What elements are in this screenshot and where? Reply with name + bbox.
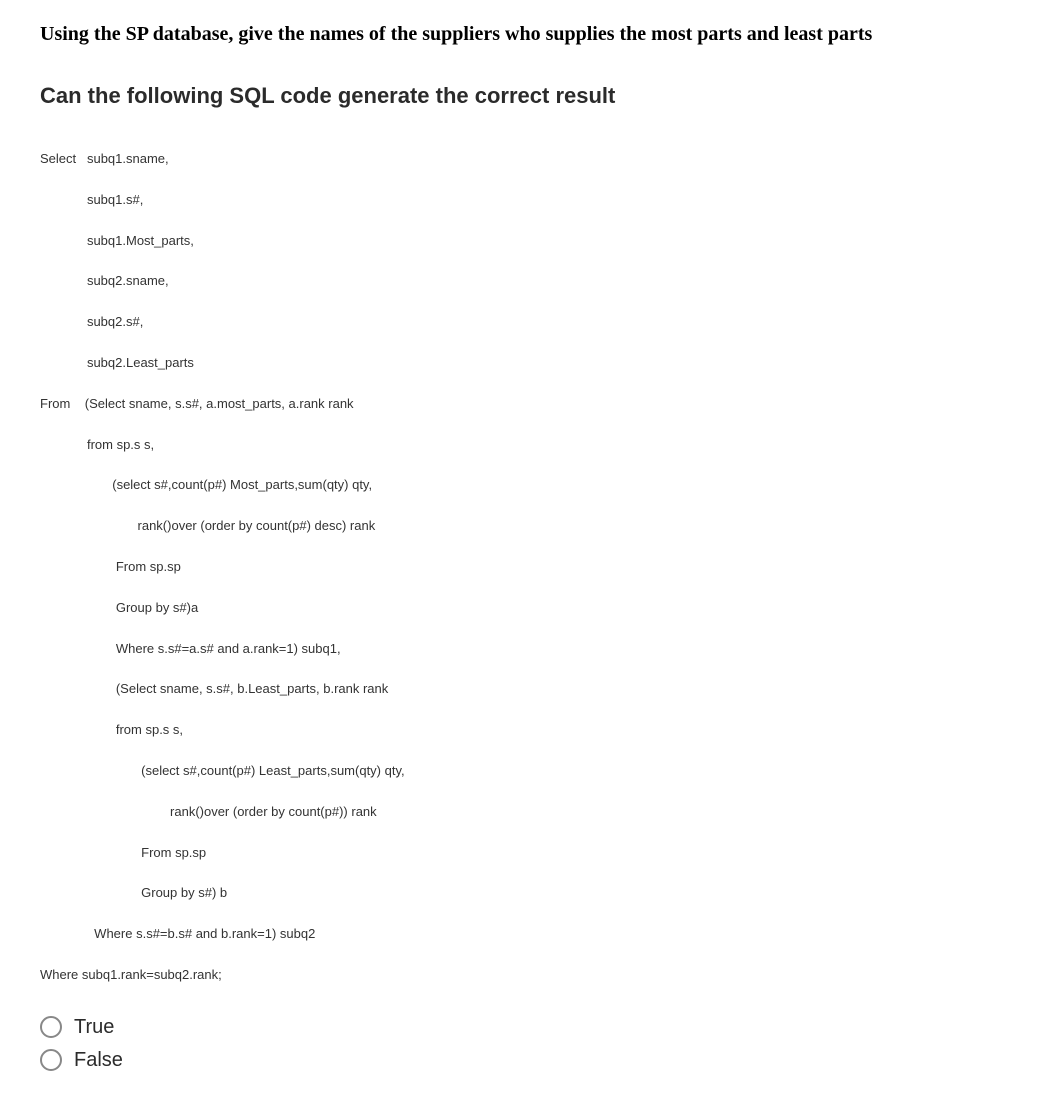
code-line: Select subq1.sname, — [40, 149, 1001, 170]
code-line: rank()over (order by count(p#)) rank — [40, 802, 1001, 823]
code-line: subq2.s#, — [40, 312, 1001, 333]
code-line: Group by s#)a — [40, 598, 1001, 619]
code-line: subq1.s#, — [40, 190, 1001, 211]
question-title: Using the SP database, give the names of… — [40, 20, 1001, 48]
code-line: From (Select sname, s.s#, a.most_parts, … — [40, 394, 1001, 415]
code-line: Group by s#) b — [40, 883, 1001, 904]
code-line: rank()over (order by count(p#) desc) ran… — [40, 516, 1001, 537]
code-line: Where s.s#=a.s# and a.rank=1) subq1, — [40, 639, 1001, 660]
code-line: Where subq1.rank=subq2.rank; — [40, 965, 1001, 986]
code-line: from sp.s s, — [40, 720, 1001, 741]
radio-icon[interactable] — [40, 1049, 62, 1071]
option-true[interactable]: True — [40, 1016, 1001, 1039]
code-line: From sp.sp — [40, 843, 1001, 864]
option-label-false: False — [74, 1049, 123, 1072]
code-line: subq2.sname, — [40, 271, 1001, 292]
question-subtitle: Can the following SQL code generate the … — [40, 83, 1001, 109]
code-line: (select s#,count(p#) Least_parts,sum(qty… — [40, 761, 1001, 782]
answer-options: True False — [40, 1016, 1001, 1072]
code-line: Where s.s#=b.s# and b.rank=1) subq2 — [40, 924, 1001, 945]
code-line: from sp.s s, — [40, 435, 1001, 456]
option-false[interactable]: False — [40, 1049, 1001, 1072]
sql-code-block: Select subq1.sname, subq1.s#, subq1.Most… — [40, 149, 1001, 986]
code-line: (Select sname, s.s#, b.Least_parts, b.ra… — [40, 679, 1001, 700]
radio-icon[interactable] — [40, 1016, 62, 1038]
code-line: subq2.Least_parts — [40, 353, 1001, 374]
code-line: (select s#,count(p#) Most_parts,sum(qty)… — [40, 475, 1001, 496]
code-line: subq1.Most_parts, — [40, 231, 1001, 252]
code-line: From sp.sp — [40, 557, 1001, 578]
option-label-true: True — [74, 1016, 114, 1039]
